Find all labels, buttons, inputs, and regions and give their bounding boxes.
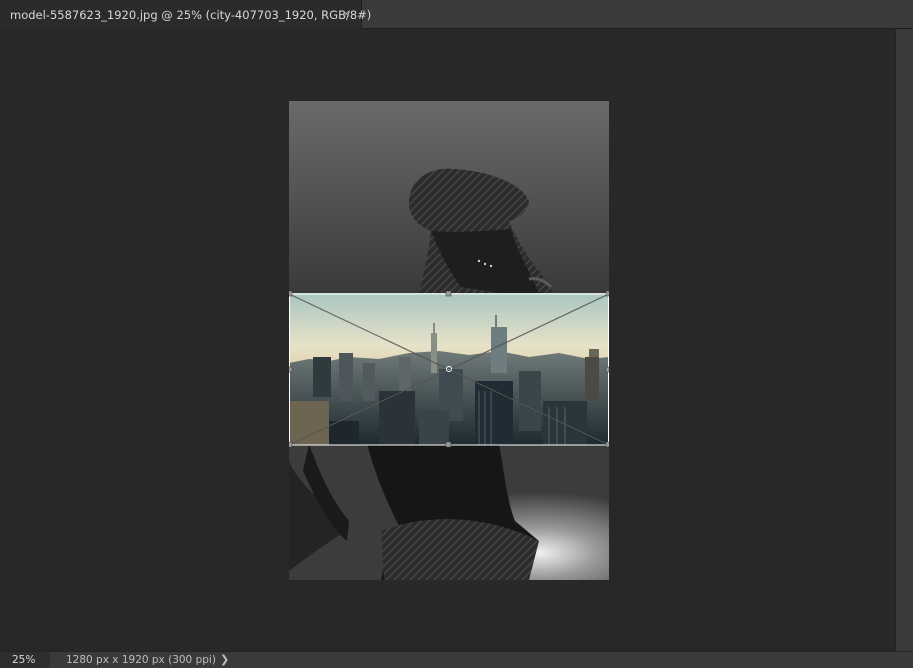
status-bar: 25% 1280 px x 1920 px (300 ppi) ❯: [0, 651, 913, 668]
document-info: 1280 px x 1920 px (300 ppi): [66, 654, 216, 666]
document-tab-bar: model-5587623_1920.jpg @ 25% (city-40770…: [0, 0, 913, 29]
transform-handle-top-left[interactable]: [289, 290, 293, 297]
transform-handle-bottom-right[interactable]: [605, 441, 609, 448]
chevron-right-icon[interactable]: ❯: [220, 652, 229, 668]
transform-handle-bottom[interactable]: [445, 441, 452, 448]
close-icon[interactable]: ×: [342, 8, 351, 20]
document-image: [289, 101, 609, 580]
document-tab-title: model-5587623_1920.jpg @ 25% (city-40770…: [10, 7, 372, 22]
transform-handle-right[interactable]: [605, 366, 609, 373]
canvas-workspace[interactable]: [0, 29, 895, 651]
transform-handle-bottom-left[interactable]: [289, 441, 293, 448]
zoom-level-field[interactable]: 25%: [0, 652, 50, 668]
document-tab[interactable]: model-5587623_1920.jpg @ 25% (city-40770…: [0, 0, 371, 29]
vertical-scrollbar[interactable]: [895, 29, 913, 651]
transform-handle-top-right[interactable]: [605, 290, 609, 297]
transform-handle-top[interactable]: [445, 290, 452, 297]
transform-handle-left[interactable]: [289, 366, 293, 373]
document-canvas[interactable]: [289, 101, 609, 580]
